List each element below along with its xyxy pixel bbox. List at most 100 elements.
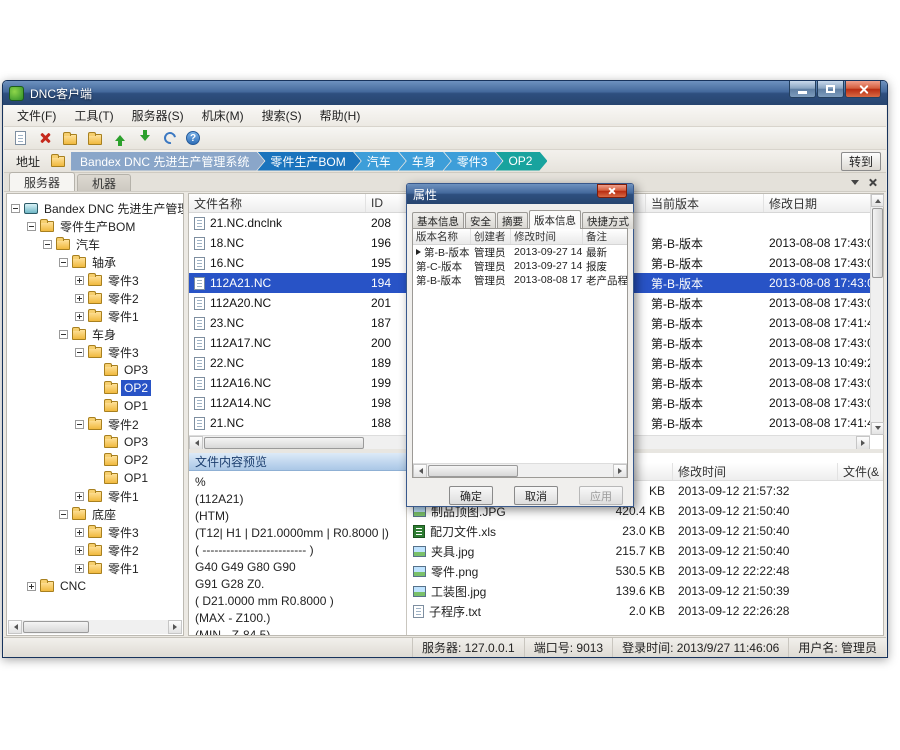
tree-item[interactable]: OP2 — [7, 451, 183, 469]
tree-item[interactable]: 零件2 — [7, 415, 183, 433]
tree-item[interactable]: 车身 — [7, 325, 183, 343]
expand-icon[interactable] — [75, 294, 84, 303]
download-icon[interactable] — [136, 129, 154, 147]
close-button[interactable] — [845, 81, 881, 98]
ok-button[interactable]: 确定 — [449, 486, 493, 505]
tree-item[interactable]: 轴承 — [7, 253, 183, 271]
delete-icon[interactable] — [36, 129, 54, 147]
scroll-left-icon[interactable] — [189, 436, 203, 450]
column-header-version-name[interactable]: 版本名称 — [413, 229, 471, 244]
expand-icon[interactable] — [75, 492, 84, 501]
tree-horizontal-scrollbar[interactable] — [8, 620, 182, 634]
breadcrumb-segment[interactable]: 汽车 — [354, 152, 406, 171]
dialog-tab-shortcut[interactable]: 快捷方式 — [582, 212, 634, 229]
dialog-tab-summary[interactable]: 摘要 — [497, 212, 528, 229]
tree-item[interactable]: 底座 — [7, 505, 183, 523]
scrollbar-thumb[interactable] — [872, 208, 883, 278]
expand-icon[interactable] — [27, 582, 36, 591]
new-file-icon[interactable] — [11, 129, 29, 147]
expand-icon[interactable] — [75, 564, 84, 573]
scroll-down-icon[interactable] — [871, 422, 884, 435]
attachment-row[interactable]: 子程序.txt2.0 KB2013-09-12 22:26:28 — [408, 601, 883, 621]
attachment-row[interactable]: 工装图.jpg139.6 KB2013-09-12 21:50:39 — [408, 581, 883, 601]
go-button[interactable]: 转到 — [841, 152, 881, 171]
open-folder-icon[interactable] — [61, 129, 79, 147]
minimize-button[interactable] — [789, 81, 816, 98]
apply-button[interactable]: 应用 — [579, 486, 623, 505]
column-header-creator[interactable]: 创建者 — [471, 229, 511, 244]
upload-icon[interactable] — [111, 129, 129, 147]
version-row[interactable]: 第-B-版本管理员2013-08-08 17:老产品程序 — [413, 273, 627, 287]
column-header-modified-time[interactable]: 修改时间 — [511, 229, 583, 244]
tree-item[interactable]: 零件生产BOM — [7, 217, 183, 235]
tree-item[interactable]: 汽车 — [7, 235, 183, 253]
column-header-note[interactable]: 备注 — [583, 229, 627, 244]
dialog-title-bar[interactable]: 属性 — [407, 184, 633, 204]
dialog-tab-basic-info[interactable]: 基本信息 — [412, 212, 464, 229]
scroll-left-icon[interactable] — [413, 464, 427, 478]
tree-item[interactable]: OP2 — [7, 379, 183, 397]
collapse-icon[interactable] — [59, 510, 68, 519]
cancel-button[interactable]: 取消 — [514, 486, 558, 505]
tab-close-icon[interactable] — [868, 178, 877, 187]
tree-item[interactable]: OP1 — [7, 469, 183, 487]
column-header-version[interactable]: 当前版本 — [646, 194, 764, 212]
tree-item[interactable]: Bandex DNC 先进生产管理系统 — [7, 199, 183, 217]
tab-machine[interactable]: 机器 — [77, 174, 131, 191]
tree-item[interactable]: OP3 — [7, 361, 183, 379]
dialog-close-button[interactable] — [597, 184, 627, 198]
column-header-date[interactable]: 修改日期 — [764, 194, 870, 212]
column-header-filename[interactable]: 文件名称 — [189, 194, 366, 212]
scroll-left-icon[interactable] — [8, 620, 22, 634]
scrollbar-thumb[interactable] — [23, 621, 89, 633]
menu-item-machine[interactable]: 机床(M) — [193, 104, 253, 127]
scroll-up-icon[interactable] — [871, 194, 884, 207]
collapse-icon[interactable] — [75, 420, 84, 429]
attachment-row[interactable]: 夹具.jpg215.7 KB2013-09-12 21:50:40 — [408, 541, 883, 561]
maximize-button[interactable] — [817, 81, 844, 98]
tab-dropdown-icon[interactable] — [851, 180, 859, 189]
tree-item[interactable]: 零件3 — [7, 343, 183, 361]
scrollbar-thumb[interactable] — [204, 437, 364, 449]
attachment-row[interactable]: 配刀文件.xls23.0 KB2013-09-12 21:50:40 — [408, 521, 883, 541]
collapse-icon[interactable] — [27, 222, 36, 231]
breadcrumb-segment[interactable]: 零件生产BOM — [257, 152, 360, 171]
scroll-right-icon[interactable] — [856, 436, 870, 450]
tree-item[interactable]: 零件1 — [7, 559, 183, 577]
refresh-icon[interactable] — [161, 129, 179, 147]
tree-item[interactable]: OP3 — [7, 433, 183, 451]
menu-item-tools[interactable]: 工具(T) — [65, 104, 122, 127]
scrollbar-thumb[interactable] — [428, 465, 518, 477]
scroll-right-icon[interactable] — [613, 464, 627, 478]
attachment-row[interactable]: 零件.png530.5 KB2013-09-12 22:22:48 — [408, 561, 883, 581]
tree-item[interactable]: 零件2 — [7, 541, 183, 559]
scroll-right-icon[interactable] — [168, 620, 182, 634]
tree-item[interactable]: OP1 — [7, 397, 183, 415]
version-row[interactable]: 第-B-版本管理员2013-09-27 14:最新 — [413, 245, 627, 259]
tree-item[interactable]: 零件3 — [7, 271, 183, 289]
collapse-icon[interactable] — [75, 348, 84, 357]
help-icon[interactable]: ? — [186, 131, 200, 145]
title-bar[interactable]: DNC客户端 — [3, 81, 887, 105]
collapse-icon[interactable] — [11, 204, 20, 213]
dialog-tab-version-info[interactable]: 版本信息 — [529, 210, 581, 229]
column-header-modified-time[interactable]: 修改时间 — [673, 463, 838, 480]
dialog-tab-security[interactable]: 安全 — [465, 212, 496, 229]
expand-icon[interactable] — [75, 528, 84, 537]
tree-item[interactable]: 零件2 — [7, 289, 183, 307]
menu-item-file[interactable]: 文件(F) — [8, 104, 65, 127]
menu-item-help[interactable]: 帮助(H) — [311, 104, 370, 127]
version-row[interactable]: 第-C-版本管理员2013-09-27 14:报废 — [413, 259, 627, 273]
expand-icon[interactable] — [75, 312, 84, 321]
breadcrumb-segment[interactable]: 零件3 — [444, 152, 503, 171]
collapse-icon[interactable] — [59, 258, 68, 267]
tree-item[interactable]: CNC — [7, 577, 183, 595]
menu-item-search[interactable]: 搜索(S) — [253, 104, 311, 127]
collapse-icon[interactable] — [43, 240, 52, 249]
expand-icon[interactable] — [75, 546, 84, 555]
tree-item[interactable]: 零件3 — [7, 523, 183, 541]
tree-item[interactable]: 零件1 — [7, 307, 183, 325]
import-folder-icon[interactable] — [86, 129, 104, 147]
column-header-file[interactable]: 文件(& — [838, 463, 883, 480]
breadcrumb-segment[interactable]: Bandex DNC 先进生产管理系统 — [71, 152, 264, 171]
